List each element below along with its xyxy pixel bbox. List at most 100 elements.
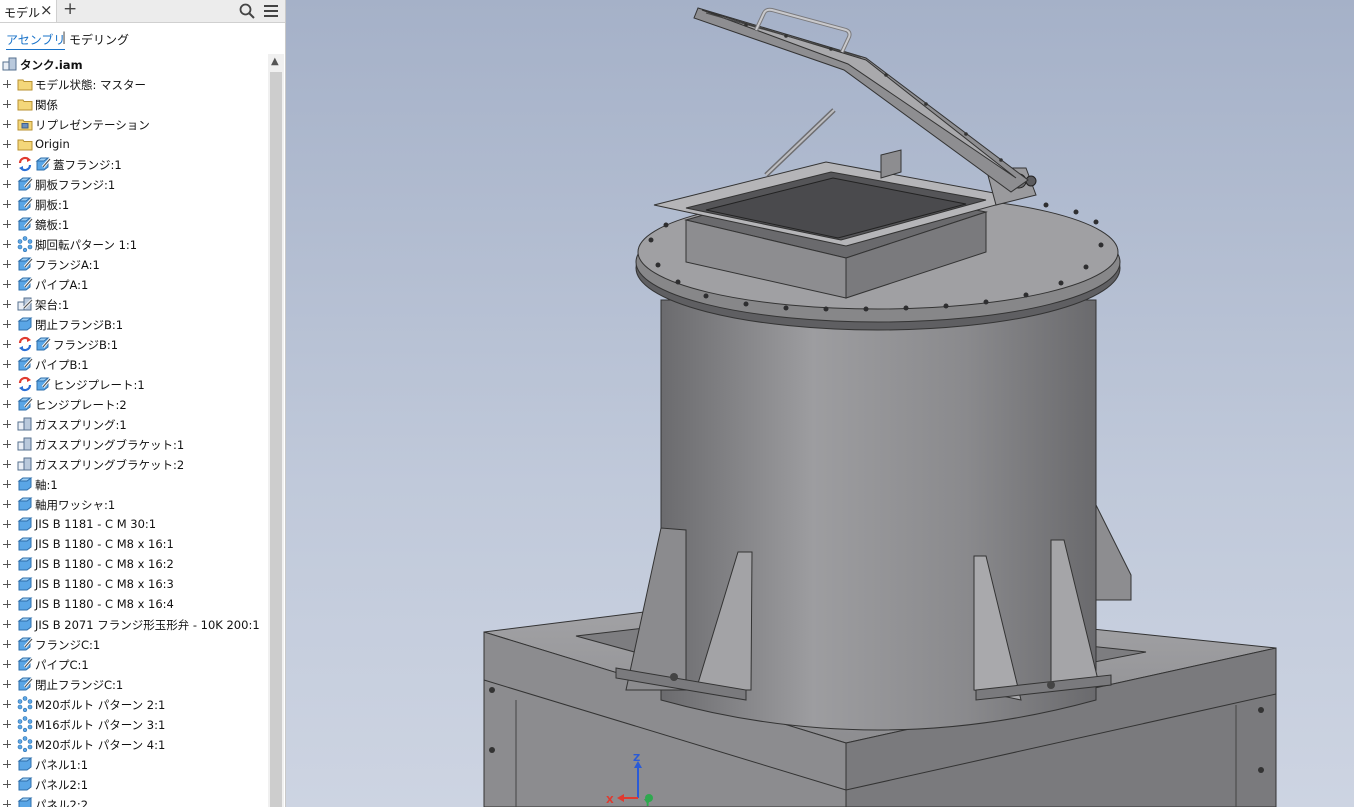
expand-plus-icon[interactable] bbox=[3, 100, 11, 108]
expand-plus-icon[interactable] bbox=[3, 800, 11, 807]
search-icon[interactable] bbox=[238, 2, 256, 20]
mode-separator: | bbox=[62, 30, 67, 44]
3d-viewport[interactable]: Z X Y bbox=[286, 0, 1354, 807]
tree-item[interactable]: 胴板:1 bbox=[0, 194, 268, 214]
tree-item[interactable]: 閉止フランジB:1 bbox=[0, 314, 268, 334]
tree-item[interactable]: パイプB:1 bbox=[0, 354, 268, 374]
scroll-up-icon[interactable]: ▲ bbox=[271, 56, 279, 67]
expand-plus-icon[interactable] bbox=[3, 760, 11, 768]
expand-plus-icon[interactable] bbox=[3, 740, 11, 748]
expand-plus-icon[interactable] bbox=[3, 400, 11, 408]
view-cube-triad[interactable]: Z X Y bbox=[586, 752, 656, 807]
expand-plus-icon[interactable] bbox=[3, 260, 11, 268]
expand-plus-icon[interactable] bbox=[3, 500, 11, 508]
tree-scrollbar[interactable]: ▲ bbox=[268, 54, 284, 807]
expand-plus-icon[interactable] bbox=[3, 720, 11, 728]
expand-plus-icon[interactable] bbox=[3, 80, 11, 88]
update-refresh-icon[interactable] bbox=[17, 156, 33, 172]
tree-item[interactable]: ガススプリングブラケット:1 bbox=[0, 434, 268, 454]
tree-item[interactable]: JIS B 1180 - C M8 x 16:2 bbox=[0, 554, 268, 574]
tree-item[interactable]: 閉止フランジC:1 bbox=[0, 674, 268, 694]
tree-item-label: フランジB:1 bbox=[53, 338, 119, 352]
expand-plus-icon[interactable] bbox=[3, 540, 11, 548]
expand-plus-icon[interactable] bbox=[3, 480, 11, 488]
expand-plus-icon[interactable] bbox=[3, 660, 11, 668]
tree-item-label: フランジC:1 bbox=[35, 638, 101, 652]
tree-item-label: 関係 bbox=[35, 98, 58, 112]
expand-plus-icon[interactable] bbox=[3, 420, 11, 428]
tree-item[interactable]: パネル1:1 bbox=[0, 754, 268, 774]
expand-plus-icon[interactable] bbox=[3, 180, 11, 188]
tree-item[interactable]: M16ボルト パターン 3:1 bbox=[0, 714, 268, 734]
tree-item[interactable]: 脚回転パターン 1:1 bbox=[0, 234, 268, 254]
tree-item[interactable]: 架台:1 bbox=[0, 294, 268, 314]
part-edited-icon bbox=[17, 656, 34, 672]
expand-plus-icon[interactable] bbox=[3, 360, 11, 368]
tree-item[interactable]: JIS B 1180 - C M8 x 16:3 bbox=[0, 574, 268, 594]
expand-plus-icon[interactable] bbox=[3, 560, 11, 568]
tree-item[interactable]: パネル2:2 bbox=[0, 794, 268, 807]
part-edited-icon bbox=[17, 396, 34, 412]
expand-plus-icon[interactable] bbox=[3, 780, 11, 788]
model-tree: タンク.iam モデル状態: マスター関係リプレゼンテーション Origin 蓋フラ… bbox=[0, 54, 268, 807]
expand-plus-icon[interactable] bbox=[3, 160, 11, 168]
tree-item[interactable]: リプレゼンテーション bbox=[0, 114, 268, 134]
expand-plus-icon[interactable] bbox=[3, 300, 11, 308]
expand-plus-icon[interactable] bbox=[3, 380, 11, 388]
expand-plus-icon[interactable] bbox=[3, 120, 11, 128]
tree-item[interactable]: パネル2:1 bbox=[0, 774, 268, 794]
expand-plus-icon[interactable] bbox=[3, 520, 11, 528]
tab-model[interactable]: モデル × bbox=[0, 0, 57, 22]
tree-item[interactable]: ガススプリング:1 bbox=[0, 414, 268, 434]
tree-root[interactable]: タンク.iam bbox=[0, 54, 268, 74]
expand-plus-icon[interactable] bbox=[3, 680, 11, 688]
scrollbar-thumb[interactable] bbox=[270, 72, 282, 807]
menu-icon[interactable] bbox=[262, 2, 280, 20]
tree-item[interactable]: M20ボルト パターン 4:1 bbox=[0, 734, 268, 754]
expand-plus-icon[interactable] bbox=[3, 640, 11, 648]
tree-item-label: 胴板フランジ:1 bbox=[35, 178, 116, 192]
expand-plus-icon[interactable] bbox=[3, 240, 11, 248]
tree-item[interactable]: モデル状態: マスター bbox=[0, 74, 268, 94]
tree-item[interactable]: ヒンジプレート:2 bbox=[0, 394, 268, 414]
tree-item[interactable]: 鏡板:1 bbox=[0, 214, 268, 234]
expand-plus-icon[interactable] bbox=[3, 700, 11, 708]
expand-plus-icon[interactable] bbox=[3, 280, 11, 288]
close-icon[interactable]: × bbox=[40, 1, 53, 19]
expand-plus-icon[interactable] bbox=[3, 600, 11, 608]
tree-item[interactable]: JIS B 2071 フランジ形玉形弁 - 10K 200:1 bbox=[0, 614, 268, 634]
tree-item[interactable]: JIS B 1180 - C M8 x 16:4 bbox=[0, 594, 268, 614]
expand-plus-icon[interactable] bbox=[3, 220, 11, 228]
add-tab-icon[interactable]: + bbox=[63, 0, 77, 19]
tree-item[interactable]: フランジC:1 bbox=[0, 634, 268, 654]
tree-item[interactable]: フランジA:1 bbox=[0, 254, 268, 274]
tree-item[interactable]: 蓋フランジ:1 bbox=[0, 154, 268, 174]
tree-item[interactable]: 関係 bbox=[0, 94, 268, 114]
expand-plus-icon[interactable] bbox=[3, 200, 11, 208]
tree-item[interactable]: M20ボルト パターン 2:1 bbox=[0, 694, 268, 714]
update-refresh-icon[interactable] bbox=[17, 376, 33, 392]
mode-assembly-link[interactable]: アセンブリ bbox=[6, 31, 66, 50]
tree-item[interactable]: 軸用ワッシャ:1 bbox=[0, 494, 268, 514]
expand-plus-icon[interactable] bbox=[3, 440, 11, 448]
mode-modeling-link[interactable]: モデリング bbox=[69, 31, 129, 48]
axis-y-label: Y bbox=[643, 798, 652, 807]
tree-item[interactable]: 軸:1 bbox=[0, 474, 268, 494]
tree-item[interactable]: Origin bbox=[0, 134, 268, 154]
tree-item[interactable]: フランジB:1 bbox=[0, 334, 268, 354]
tree-item[interactable]: ヒンジプレート:1 bbox=[0, 374, 268, 394]
tree-item[interactable]: JIS B 1181 - C M 30:1 bbox=[0, 514, 268, 534]
part-icon bbox=[17, 776, 33, 792]
update-refresh-icon[interactable] bbox=[17, 336, 33, 352]
expand-plus-icon[interactable] bbox=[3, 140, 11, 148]
tree-item[interactable]: 胴板フランジ:1 bbox=[0, 174, 268, 194]
tree-item[interactable]: JIS B 1180 - C M8 x 16:1 bbox=[0, 534, 268, 554]
tree-item[interactable]: パイプA:1 bbox=[0, 274, 268, 294]
expand-plus-icon[interactable] bbox=[3, 580, 11, 588]
expand-plus-icon[interactable] bbox=[3, 320, 11, 328]
tree-item[interactable]: ガススプリングブラケット:2 bbox=[0, 454, 268, 474]
tree-item[interactable]: パイプC:1 bbox=[0, 654, 268, 674]
expand-plus-icon[interactable] bbox=[3, 460, 11, 468]
expand-plus-icon[interactable] bbox=[3, 620, 11, 628]
expand-plus-icon[interactable] bbox=[3, 340, 11, 348]
